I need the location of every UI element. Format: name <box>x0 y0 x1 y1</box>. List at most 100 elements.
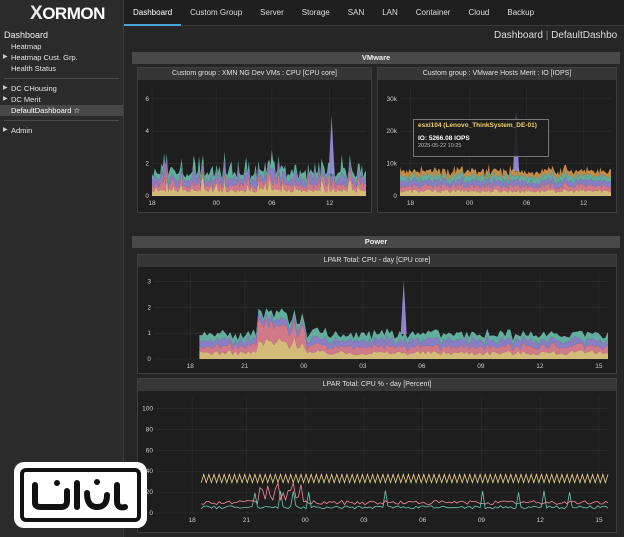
x-tick-label: 18 <box>148 200 156 207</box>
sidebar-item-heatmap[interactable]: Heatmap <box>0 41 123 52</box>
tooltip-time: 2025-05-22 10:25 <box>418 143 462 149</box>
sidebar: X ORMON Dashboard Heatmap ▶ Heatmap Cust. … <box>0 0 124 537</box>
x-tick-label: 00 <box>466 200 474 207</box>
breadcrumb-separator: | <box>545 30 549 41</box>
tab-container[interactable]: Container <box>407 0 460 26</box>
breadcrumb-parent[interactable]: Dashboard <box>494 30 543 41</box>
x-tick-label: 06 <box>419 517 427 524</box>
x-tick-label: 12 <box>326 200 334 207</box>
line-series <box>200 473 609 485</box>
x-tick-label: 18 <box>187 363 195 370</box>
tab-lan[interactable]: LAN <box>373 0 407 26</box>
sidebar-item-dc-merit[interactable]: ▶ DC Merit <box>0 94 123 105</box>
caret-right-icon: ▶ <box>3 127 8 133</box>
chart-title: LPAR Total: CPU - day [CPU core] <box>138 255 616 267</box>
watermark-glyphs <box>31 479 128 511</box>
sidebar-item-heatmap-cust-grp[interactable]: ▶ Heatmap Cust. Grp. <box>0 52 123 63</box>
sidebar-item-label: Heatmap <box>11 42 42 51</box>
tab-server[interactable]: Server <box>251 0 293 26</box>
x-tick-label: 12 <box>536 363 544 370</box>
logo-x: X <box>30 3 43 24</box>
y-tick-label: 10k <box>387 161 398 168</box>
top-nav: Dashboard Custom Group Server Storage SA… <box>124 0 624 26</box>
x-tick-label: 00 <box>302 517 310 524</box>
tab-storage[interactable]: Storage <box>293 0 339 26</box>
x-tick-label: 09 <box>478 517 486 524</box>
sidebar-item-label: DefaultDashboard ☆ <box>11 106 81 115</box>
y-tick-label: 30k <box>387 96 398 103</box>
chart-tooltip: esxi104 (Lenovo_ThinkSystem_DE-01) IO: 5… <box>413 119 549 157</box>
line-series <box>200 490 609 510</box>
chart-panel-lpar-cpu: LPAR Total: CPU - day [CPU core] 0 1 2 3 18 2… <box>137 254 617 374</box>
tab-san[interactable]: SAN <box>339 0 373 26</box>
x-tick-label: 06 <box>268 200 276 207</box>
y-tick-label: 1 <box>147 330 151 337</box>
x-tick-label: 12 <box>580 200 588 207</box>
sidebar-item-label: Heatmap Cust. Grp. <box>11 53 78 62</box>
tooltip-title: esxi104 (Lenovo_ThinkSystem_DE-01) <box>418 122 537 129</box>
sidebar-divider <box>4 78 119 79</box>
chart-panel-vm-cpu: Custom group : XMN NG Dev VMs : CPU [CPU… <box>137 67 372 213</box>
y-tick-label: 6 <box>145 96 149 103</box>
sidebar-item-health-status[interactable]: Health Status <box>0 63 123 74</box>
chart-lpar-cpu[interactable]: 012318 21 00 03 06 09 12 15 <box>138 267 616 373</box>
sidebar-item-label: Health Status <box>11 64 57 73</box>
sidebar-divider <box>4 120 119 121</box>
x-tick-label: 18 <box>407 200 415 207</box>
watermark-logo <box>14 462 147 528</box>
y-tick-label: 4 <box>145 128 149 135</box>
sidebar-item-admin[interactable]: ▶ Admin <box>0 125 123 136</box>
x-tick-label: 18 <box>189 517 197 524</box>
x-tick-label: 00 <box>213 200 221 207</box>
chart-title: LPAR Total: CPU % - day [Percent] <box>138 379 616 391</box>
tab-cloud[interactable]: Cloud <box>459 0 498 26</box>
tab-custom-group[interactable]: Custom Group <box>181 0 251 26</box>
y-tick-label: 60 <box>146 447 154 454</box>
y-tick-label: 0 <box>393 193 397 200</box>
chart-title: Custom group : VMware Hosts Merit : IO [… <box>378 68 616 80</box>
x-tick-label: 03 <box>359 363 367 370</box>
caret-right-icon: ▶ <box>3 85 8 91</box>
section-vmware[interactable]: VMware <box>132 52 620 64</box>
caret-right-icon: ▶ <box>3 54 8 60</box>
y-tick-label: 0 <box>147 356 151 363</box>
line-series <box>201 481 609 506</box>
x-tick-label: 00 <box>300 363 308 370</box>
caret-right-icon: ▶ <box>3 96 8 102</box>
y-tick-label: 2 <box>147 304 151 311</box>
chart-lpar-cpu-percent[interactable]: 02040608010018 21 00 03 06 09 12 15 <box>138 391 616 532</box>
y-tick-label: 80 <box>146 426 154 433</box>
y-tick-label: 20k <box>387 128 398 135</box>
x-tick-label: 12 <box>537 517 545 524</box>
breadcrumb-current: DefaultDashbo <box>551 30 618 41</box>
logo-text: ORMON <box>42 4 105 23</box>
sidebar-item-label: DC CHousing <box>11 84 57 93</box>
y-tick-label: 0 <box>149 510 153 517</box>
y-tick-label: 0 <box>145 193 149 200</box>
x-tick-label: 06 <box>418 363 426 370</box>
sidebar-item-default-dashboard[interactable]: DefaultDashboard ☆ <box>0 105 123 116</box>
y-tick-label: 2 <box>145 161 149 168</box>
sidebar-item-label: Admin <box>11 126 33 135</box>
x-tick-label: 09 <box>477 363 485 370</box>
x-tick-label: 21 <box>243 517 251 524</box>
x-tick-label: 03 <box>360 517 368 524</box>
breadcrumb: Dashboard | DefaultDashbo <box>494 28 624 44</box>
tooltip-value: IO: 5266.08 IOPS <box>418 135 470 142</box>
y-tick-label: 100 <box>142 406 153 413</box>
y-tick-label: 3 <box>147 279 151 286</box>
sidebar-item-label: DC Merit <box>11 95 41 104</box>
sidebar-heading[interactable]: Dashboard <box>0 29 123 41</box>
x-tick-label: 15 <box>595 363 603 370</box>
tab-dashboard[interactable]: Dashboard <box>124 0 182 26</box>
chart-vm-cpu[interactable]: 0 2 4 6 18 00 06 12 <box>138 80 371 212</box>
x-tick-label: 21 <box>241 363 249 370</box>
section-power[interactable]: Power <box>132 236 620 248</box>
chart-title: Custom group : XMN NG Dev VMs : CPU [CPU… <box>138 68 371 80</box>
app-logo[interactable]: X ORMON <box>0 0 123 28</box>
tab-backup[interactable]: Backup <box>498 0 543 26</box>
x-tick-label: 15 <box>595 517 603 524</box>
chart-panel-lpar-cpu-percent: LPAR Total: CPU % - day [Percent] 0 20 40 6… <box>137 378 617 533</box>
x-tick-label: 06 <box>523 200 531 207</box>
sidebar-item-dc-chousing[interactable]: ▶ DC CHousing <box>0 83 123 94</box>
